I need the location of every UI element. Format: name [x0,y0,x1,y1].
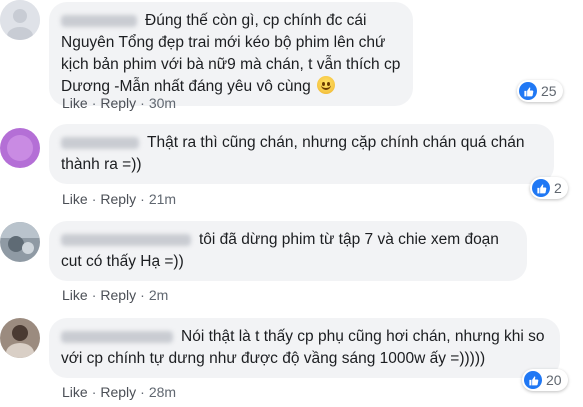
author-name-blurred[interactable] [61,136,139,149]
avatar-image-icon [0,222,40,262]
author-name-blurred[interactable] [61,330,173,343]
timestamp[interactable]: 21m [149,191,176,207]
reply-link[interactable]: Reply [100,95,136,111]
comment-bubble: Nói thật là t thấy cp phụ cũng hơi chán,… [49,318,560,378]
thumbs-up-icon [532,179,550,197]
reply-link[interactable]: Reply [100,191,136,207]
separator: · [140,287,145,303]
timestamp[interactable]: 30m [149,95,176,111]
separator: · [91,191,97,207]
comment-actions: Like · Reply · 28m [62,384,176,400]
reaction-number: 25 [541,83,557,99]
comment-actions: Like · Reply · 2m [62,287,168,303]
reaction-count[interactable]: 20 [522,369,568,391]
like-link[interactable]: Like [62,287,88,303]
like-link[interactable]: Like [62,95,88,111]
avatar[interactable] [0,318,40,358]
reaction-count[interactable]: 2 [530,177,568,199]
smile-emoji-icon [317,76,336,94]
comment-bubble: Đúng thế còn gì, cp chính đc cái Nguyên … [49,2,413,106]
reaction-count[interactable]: 25 [517,80,563,102]
avatar-image-icon [0,128,40,168]
comment-actions: Like · Reply · 30m [62,95,176,111]
thumbs-up-icon [524,371,542,389]
separator: · [91,287,97,303]
separator: · [140,191,145,207]
reaction-number: 20 [546,372,562,388]
separator: · [140,384,145,400]
author-name-blurred[interactable] [61,14,137,27]
comment-actions: Like · Reply · 21m [62,191,176,207]
author-name-blurred[interactable] [61,233,191,246]
reply-link[interactable]: Reply [100,384,136,400]
like-link[interactable]: Like [62,191,88,207]
avatar-image-icon [0,318,40,358]
avatar[interactable] [0,222,40,262]
avatar[interactable] [0,0,40,40]
comment-bubble: tôi đã dừng phim từ tập 7 và chie xem đo… [49,221,527,281]
reply-link[interactable]: Reply [100,287,136,303]
separator: · [91,95,97,111]
avatar[interactable] [0,128,40,168]
separator: · [140,95,145,111]
like-link[interactable]: Like [62,384,88,400]
thumbs-up-icon [519,82,537,100]
comment-bubble: Thật ra thì cũng chán, nhưng cặp chính c… [49,124,554,184]
timestamp[interactable]: 28m [149,384,176,400]
separator: · [91,384,97,400]
avatar-image-icon [0,0,40,40]
reaction-number: 2 [554,180,562,196]
timestamp[interactable]: 2m [149,287,168,303]
